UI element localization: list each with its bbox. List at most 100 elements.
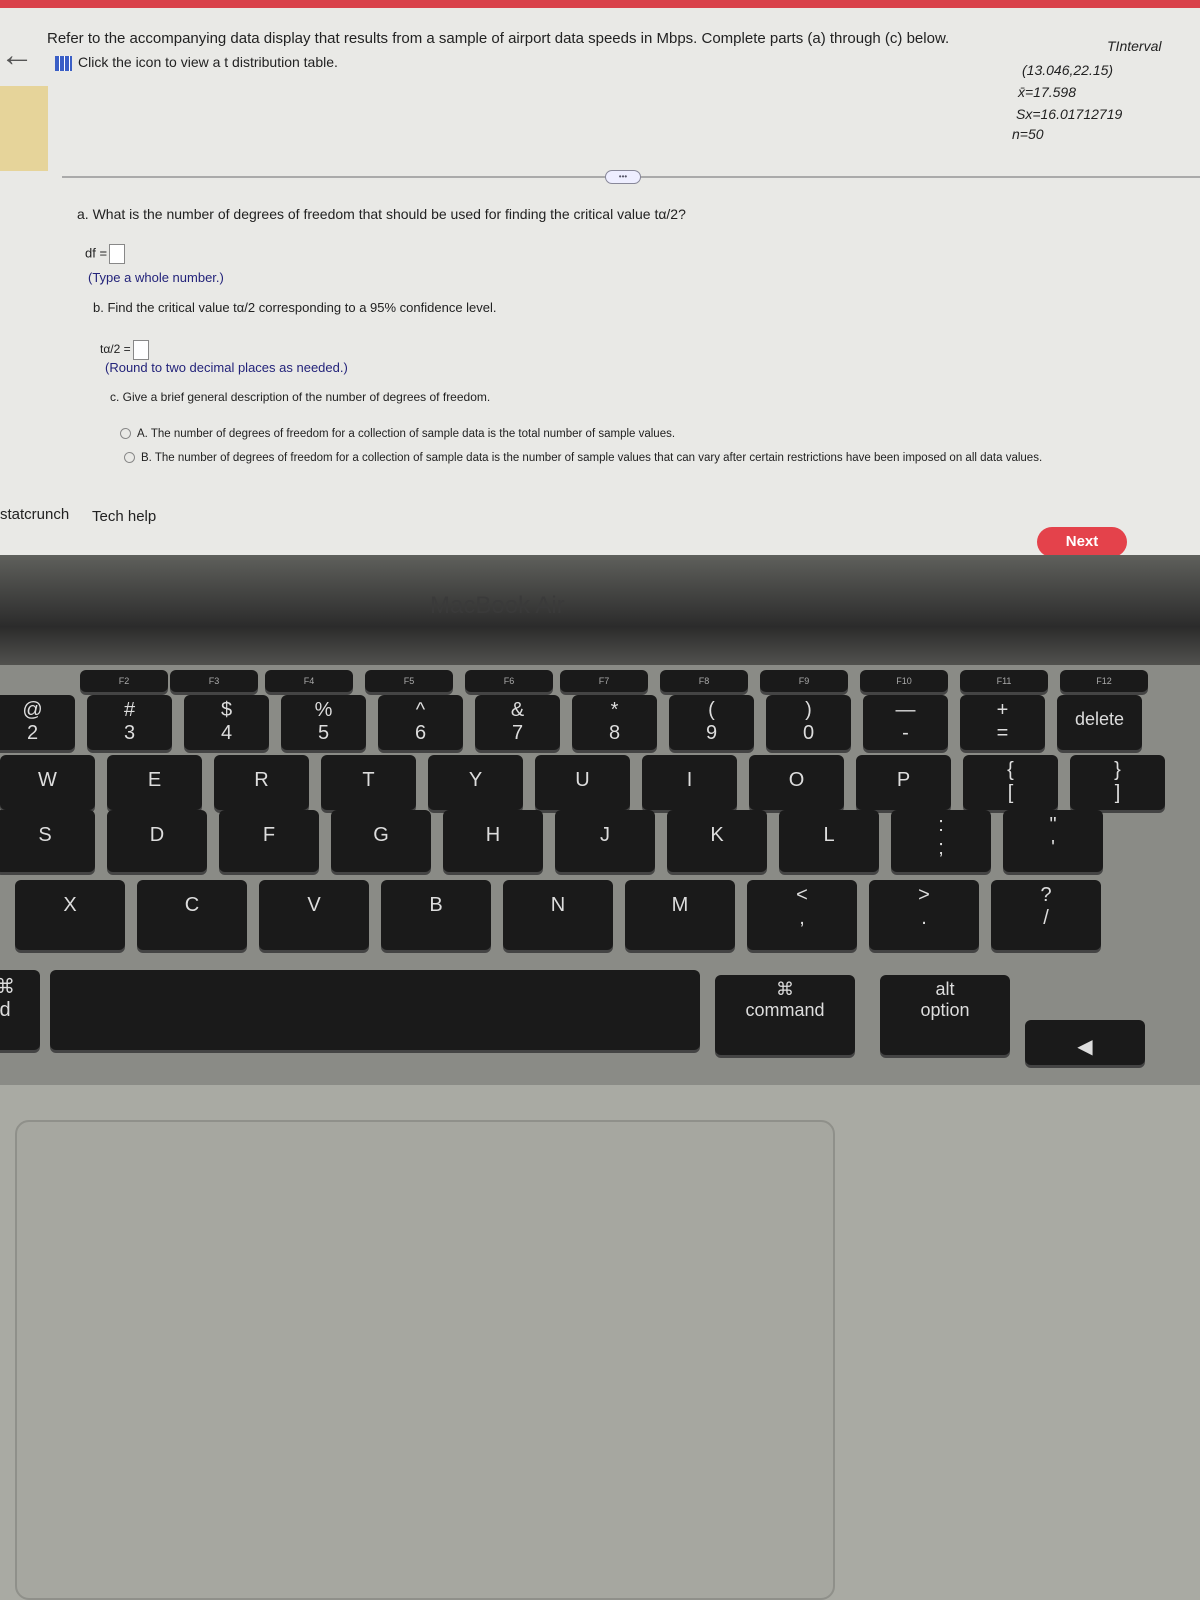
key-y[interactable]: Y xyxy=(428,755,523,810)
key-f9[interactable]: F9 xyxy=(760,670,848,692)
key-7[interactable]: & 7 xyxy=(475,695,560,750)
key-space[interactable] xyxy=(50,970,700,1050)
key-f4[interactable]: F4 xyxy=(265,670,353,692)
trackpad[interactable] xyxy=(15,1120,835,1600)
key-f3[interactable]: F3 xyxy=(170,670,258,692)
key-label: F2 xyxy=(118,676,130,686)
part-a-prompt: a. What is the number of degrees of free… xyxy=(77,206,686,222)
part-c-prompt: c. Give a brief general description of t… xyxy=(110,390,491,404)
key-f12[interactable]: F12 xyxy=(1060,670,1148,692)
key-g[interactable]: G xyxy=(331,810,431,872)
key-label: I xyxy=(686,769,693,791)
option-a[interactable]: A. The number of degrees of freedom for … xyxy=(120,428,675,440)
t-table-link-text[interactable]: Click the icon to view a t distribution … xyxy=(78,54,338,70)
key-w[interactable]: W xyxy=(0,755,95,810)
t-input[interactable] xyxy=(132,340,149,360)
key-f7[interactable]: F7 xyxy=(560,670,648,692)
key-4[interactable]: $4 xyxy=(184,695,269,750)
key-f6[interactable]: F6 xyxy=(465,670,553,692)
table-icon[interactable] xyxy=(55,55,72,71)
resize-handle[interactable]: ••• xyxy=(605,170,641,184)
key-d[interactable]: D xyxy=(107,810,207,872)
key-f[interactable]: F xyxy=(219,810,319,872)
key-i[interactable]: I xyxy=(642,755,737,810)
key-label: R xyxy=(254,769,269,791)
key-label: F10 xyxy=(896,676,912,686)
key-,[interactable]: <, xyxy=(747,880,857,950)
key-x[interactable]: X xyxy=(15,880,125,950)
back-arrow-icon[interactable]: ← xyxy=(0,36,34,75)
key-c[interactable]: C xyxy=(137,880,247,950)
key-h[interactable]: H xyxy=(443,810,543,872)
option-a-radio[interactable] xyxy=(120,428,131,440)
key-r[interactable]: R xyxy=(214,755,309,810)
sidebar-strip xyxy=(0,86,48,171)
key-f10[interactable]: F10 xyxy=(860,670,948,692)
key-f2[interactable]: F2 xyxy=(80,670,168,692)
key-p[interactable]: P xyxy=(856,755,951,810)
key-l[interactable]: L xyxy=(779,810,879,872)
key-o[interactable]: O xyxy=(749,755,844,810)
key-][interactable]: }] xyxy=(1070,755,1165,810)
key-n[interactable]: N xyxy=(503,880,613,950)
df-input[interactable] xyxy=(109,244,126,264)
key-3[interactable]: #3 xyxy=(87,695,172,750)
key-/[interactable]: ? / xyxy=(991,880,1101,950)
option-b[interactable]: B. The number of degrees of freedom for … xyxy=(124,452,1042,464)
key-delete[interactable]: delete xyxy=(1057,695,1142,750)
key-v[interactable]: V xyxy=(259,880,369,950)
key-m[interactable]: M xyxy=(625,880,735,950)
key-k[interactable]: K xyxy=(667,810,767,872)
tech-help-link[interactable]: Tech help xyxy=(92,508,156,525)
key-;[interactable]: :; xyxy=(891,810,991,872)
keyboard: F2 F3 F4 F5 F6 F7 F8 F9 F10 F11 F12 @2 #3 $4% 5 ^ 6 & 7 * 8(… xyxy=(0,665,1200,1085)
key--[interactable]: — - xyxy=(863,695,948,750)
key-shift-label: ) xyxy=(805,699,812,721)
key-label: H xyxy=(485,824,501,846)
option-b-radio[interactable] xyxy=(124,452,135,464)
key-f5[interactable]: F5 xyxy=(365,670,453,692)
key-e[interactable]: E xyxy=(107,755,202,810)
key-u[interactable]: U xyxy=(535,755,630,810)
key-shift-label: > xyxy=(918,884,930,906)
next-button[interactable]: Next xyxy=(1037,527,1127,555)
key-option[interactable]: alt option xyxy=(880,975,1010,1055)
key-label: 5 xyxy=(317,722,330,744)
key-2[interactable]: @2 xyxy=(0,695,75,750)
key-t[interactable]: T xyxy=(321,755,416,810)
key-f8[interactable]: F8 xyxy=(660,670,748,692)
key-shift-label: $ xyxy=(220,699,233,721)
key-shift-label: * xyxy=(610,699,619,721)
key-label: 3 xyxy=(123,722,136,744)
key-◀[interactable]: ◀ xyxy=(1025,1020,1145,1065)
key-j[interactable]: J xyxy=(555,810,655,872)
key-command[interactable]: ⌘ command xyxy=(715,975,855,1055)
key-=[interactable]: + = xyxy=(960,695,1045,750)
key-9[interactable]: (9 xyxy=(669,695,754,750)
key-label: W xyxy=(38,769,57,791)
key-'[interactable]: " ' xyxy=(1003,810,1103,872)
key-5[interactable]: % 5 xyxy=(281,695,366,750)
key-b[interactable]: B xyxy=(381,880,491,950)
t-row: tα/2 = xyxy=(100,340,149,360)
key-shift-label: ⌘ xyxy=(776,979,794,999)
option-a-text: The number of degrees of freedom for a c… xyxy=(150,428,676,440)
key-d[interactable]: ⌘ d xyxy=(0,970,40,1050)
key-8[interactable]: * 8 xyxy=(572,695,657,750)
key-[[interactable]: {[ xyxy=(963,755,1058,810)
laptop-brand: MacBook Air xyxy=(430,592,565,619)
key-label: B xyxy=(429,894,443,916)
key-.[interactable]: >. xyxy=(869,880,979,950)
key-shift-label: : xyxy=(938,814,944,836)
question-intro: Refer to the accompanying data display t… xyxy=(47,30,950,47)
key-shift-label: ^ xyxy=(415,699,426,721)
key-6[interactable]: ^ 6 xyxy=(378,695,463,750)
key-label: F5 xyxy=(403,676,415,686)
key-label: Y xyxy=(468,769,483,791)
key-f11[interactable]: F11 xyxy=(960,670,1048,692)
key-s[interactable]: S xyxy=(0,810,95,872)
t-table-link[interactable]: Click the icon to view a t distribution … xyxy=(55,54,338,71)
statcrunch-link[interactable]: statcrunch xyxy=(0,506,69,523)
key-label: F12 xyxy=(1096,676,1112,686)
key-0[interactable]: ) 0 xyxy=(766,695,851,750)
